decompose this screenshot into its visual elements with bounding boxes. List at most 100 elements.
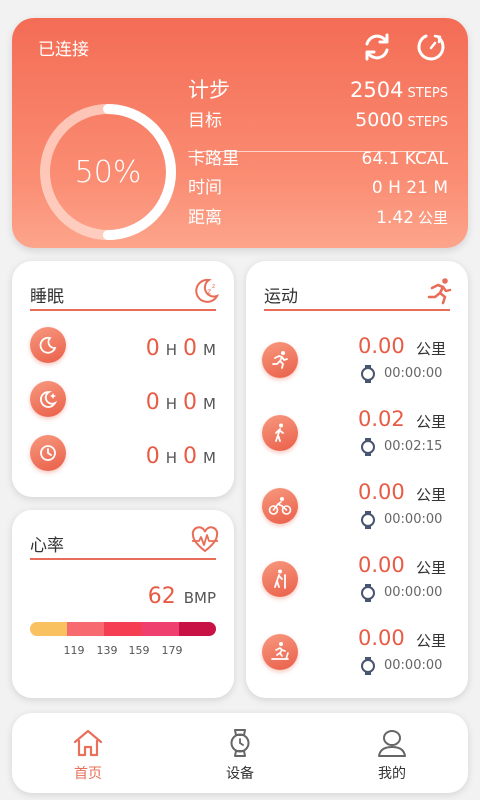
- running-icon: [262, 342, 298, 378]
- sleep-minutes: 0: [183, 390, 198, 415]
- sport-card[interactable]: 运动 0.00 公里 00:00:00 0.02 公里 00:02:15 0.0…: [246, 261, 468, 698]
- sleep-row-1: 0H0M: [146, 336, 216, 361]
- time-row: 时间 0 H 21 M: [188, 173, 448, 198]
- light-sleep-icon: [30, 381, 66, 417]
- nav-device-label: 设备: [226, 766, 254, 782]
- connection-status: 已连接: [38, 40, 89, 60]
- goal-row: 目标 5000 STEPS: [188, 106, 448, 131]
- sport-title: 运动: [264, 287, 298, 307]
- sleep-title-underline: [30, 309, 216, 311]
- progress-percent: 50%: [74, 154, 142, 190]
- steps-unit: STEPS: [407, 86, 449, 101]
- calories-value: 64.1 KCAL: [361, 149, 448, 169]
- steps-label: 计步: [188, 78, 230, 102]
- svg-text:z: z: [212, 283, 215, 290]
- stopwatch-icon: [361, 584, 375, 602]
- sport-row-walking[interactable]: 0.02 公里 00:02:15: [246, 407, 468, 467]
- distance-value: 1.42: [376, 208, 414, 228]
- sleep-card[interactable]: 睡眠 z z 0H0M 0H0M 0H0M: [12, 261, 234, 497]
- heart-pulse-icon: [191, 526, 219, 553]
- heart-zone-segment: [30, 622, 68, 636]
- running-icon: [427, 278, 452, 305]
- hours-unit: H: [165, 341, 178, 359]
- heart-rate-value: 62 BMP: [148, 584, 216, 609]
- sport-distance: 0.00: [358, 553, 405, 577]
- distance-unit: 公里: [416, 632, 447, 650]
- time-label: 时间: [188, 178, 222, 198]
- sport-row-hiking[interactable]: 0.00 公里 00:00:00: [246, 553, 468, 613]
- sleep-hours: 0: [145, 390, 160, 415]
- sleep-title: 睡眠: [30, 287, 64, 307]
- steps-value: 2504: [350, 78, 404, 102]
- sport-distance: 0.00: [358, 480, 405, 504]
- watch-icon: [230, 729, 250, 757]
- sport-duration: 00:02:15: [384, 439, 443, 454]
- sport-duration: 00:00:00: [384, 512, 443, 527]
- heart-zone-segment: [178, 622, 216, 636]
- bpm-number: 62: [147, 584, 176, 609]
- goal-label: 目标: [188, 111, 222, 131]
- sport-distance: 0.02: [358, 407, 405, 431]
- goal-value: 5000: [355, 109, 404, 131]
- sport-row-running[interactable]: 0.00 公里 00:00:00: [246, 334, 468, 394]
- heart-zone-bar: [30, 622, 216, 636]
- sleep-row-2: 0H0M: [146, 390, 216, 415]
- zone-tick: 119: [63, 644, 85, 657]
- awake-clock-icon: [30, 435, 66, 471]
- activity-summary-card: 已连接 50% 计步 2504 STEPS 目标 5000 STEPS 卡路里 64…: [12, 18, 468, 248]
- distance-unit: 公里: [416, 340, 447, 358]
- minutes-unit: M: [203, 395, 216, 413]
- sleep-hours: 0: [145, 444, 160, 469]
- bottom-nav: 首页 设备 我的: [12, 713, 468, 793]
- svg-text:z: z: [207, 287, 211, 296]
- heart-rate-title: 心率: [30, 536, 64, 556]
- heart-rate-card[interactable]: 心率 62 BMP 119 139 159 179: [12, 510, 234, 698]
- stopwatch-icon: [361, 511, 375, 529]
- heart-zone-segment: [67, 622, 105, 636]
- zone-tick: 139: [96, 644, 118, 657]
- sync-icon[interactable]: [360, 30, 394, 64]
- sleep-moon-icon: z z: [195, 278, 220, 303]
- stopwatch-icon: [361, 365, 375, 383]
- sport-title-underline: [264, 309, 450, 311]
- nav-me-label: 我的: [378, 766, 406, 782]
- nav-me[interactable]: 我的: [352, 713, 432, 793]
- distance-label: 距离: [188, 208, 222, 228]
- sport-distance: 0.00: [358, 334, 405, 358]
- hours-unit: H: [165, 395, 178, 413]
- nav-device[interactable]: 设备: [200, 713, 280, 793]
- heart-zone-segment: [104, 622, 142, 636]
- deep-sleep-icon: [30, 327, 66, 363]
- minutes-unit: M: [203, 341, 216, 359]
- nav-home-label: 首页: [74, 766, 102, 782]
- heart-zone-segment: [141, 622, 179, 636]
- user-icon: [378, 730, 406, 757]
- time-value: 0 H 21 M: [371, 178, 448, 198]
- hiking-icon: [262, 561, 298, 597]
- stopwatch-icon: [361, 438, 375, 456]
- zone-tick: 179: [161, 644, 183, 657]
- sport-duration: 00:00:00: [384, 366, 443, 381]
- sport-row-treadmill[interactable]: 0.00 公里 00:00:00: [246, 626, 468, 686]
- distance-unit: 公里: [416, 486, 447, 504]
- minutes-unit: M: [203, 449, 216, 467]
- sport-row-cycling[interactable]: 0.00 公里 00:00:00: [246, 480, 468, 540]
- sleep-row-3: 0H0M: [146, 444, 216, 469]
- sleep-hours: 0: [145, 336, 160, 361]
- calories-label: 卡路里: [188, 149, 239, 169]
- goal-unit: STEPS: [407, 115, 449, 130]
- home-icon: [73, 729, 103, 757]
- sleep-minutes: 0: [183, 336, 198, 361]
- bpm-unit: BMP: [183, 589, 216, 607]
- distance-row: 距离 1.42 公里: [188, 203, 448, 228]
- distance-unit: 公里: [416, 559, 447, 577]
- treadmill-icon: [262, 634, 298, 670]
- nav-home[interactable]: 首页: [48, 713, 128, 793]
- calories-row: 卡路里 64.1 KCAL: [188, 144, 448, 169]
- heart-title-underline: [30, 558, 216, 560]
- hours-unit: H: [165, 449, 178, 467]
- sport-distance: 0.00: [358, 626, 405, 650]
- distance-unit: 公里: [417, 209, 448, 227]
- refresh-dial-icon[interactable]: [414, 30, 448, 64]
- sleep-minutes: 0: [183, 444, 198, 469]
